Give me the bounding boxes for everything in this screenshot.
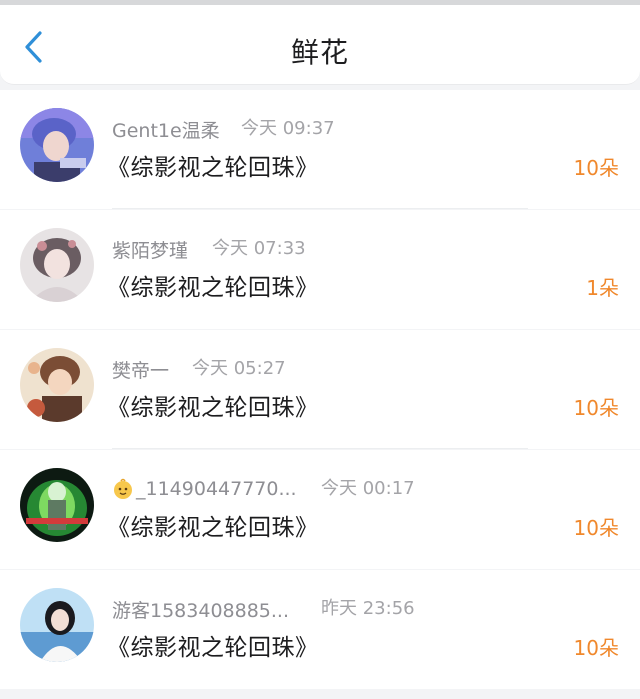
flower-count: 10朵	[573, 636, 619, 660]
book-title[interactable]: 《综影视之轮回珠》	[107, 628, 319, 662]
book-title[interactable]: 《综影视之轮回珠》	[107, 148, 319, 182]
baby-emoji-icon	[114, 478, 132, 499]
flower-count: 10朵	[573, 516, 619, 540]
avatar[interactable]	[20, 348, 94, 422]
user-name: 樊帝一	[112, 355, 169, 383]
user-name-text: 紫陌梦瑾	[112, 239, 189, 262]
avatar[interactable]	[20, 108, 94, 182]
avatar[interactable]	[20, 468, 94, 542]
user-name-text: Gent1e温柔	[112, 119, 220, 142]
flower-count: 1朵	[586, 276, 619, 300]
page-title: 鲜花	[290, 36, 349, 69]
nav-header: 鲜花	[0, 5, 640, 85]
flower-count: 10朵	[573, 396, 619, 420]
list-item[interactable]: Gent1e温柔 今天 09:37 《综影视之轮回珠》 10朵	[0, 90, 640, 209]
avatar[interactable]	[20, 588, 94, 662]
user-name-text: 樊帝一	[112, 359, 170, 382]
flower-record-list: Gent1e温柔 今天 09:37 《综影视之轮回珠》 10朵 紫陌梦瑾 今天 …	[0, 90, 640, 690]
list-item[interactable]: 游客1583408885... 昨天 23:56 《综影视之轮回珠》 10朵	[0, 570, 640, 689]
user-name-text: 游客1583408885...	[112, 599, 290, 622]
book-title[interactable]: 《综影视之轮回珠》	[107, 268, 319, 302]
list-item[interactable]: 樊帝一 今天 05:27 《综影视之轮回珠》 10朵	[0, 330, 640, 449]
list-item[interactable]: 紫陌梦瑾 今天 07:33 《综影视之轮回珠》 1朵	[0, 210, 640, 329]
flower-count: 10朵	[573, 156, 619, 180]
book-title[interactable]: 《综影视之轮回珠》	[107, 508, 319, 542]
user-name: 紫陌梦瑾	[112, 235, 188, 263]
book-title[interactable]: 《综影视之轮回珠》	[107, 388, 319, 422]
user-name: 游客1583408885...	[112, 595, 289, 623]
divider	[112, 448, 528, 449]
timestamp: 今天 00:17	[321, 478, 415, 499]
timestamp: 今天 05:27	[192, 358, 286, 379]
timestamp: 昨天 23:56	[321, 598, 415, 619]
user-name: Gent1e温柔	[112, 115, 220, 143]
timestamp: 今天 07:33	[212, 238, 306, 259]
avatar[interactable]	[20, 228, 94, 302]
user-name-text: _11490447770...	[136, 478, 297, 500]
divider	[112, 208, 528, 209]
timestamp: 今天 09:37	[241, 118, 335, 139]
list-item[interactable]: _11490447770... 今天 00:17 《综影视之轮回珠》 10朵	[0, 450, 640, 569]
user-name: _11490447770...	[112, 475, 297, 503]
